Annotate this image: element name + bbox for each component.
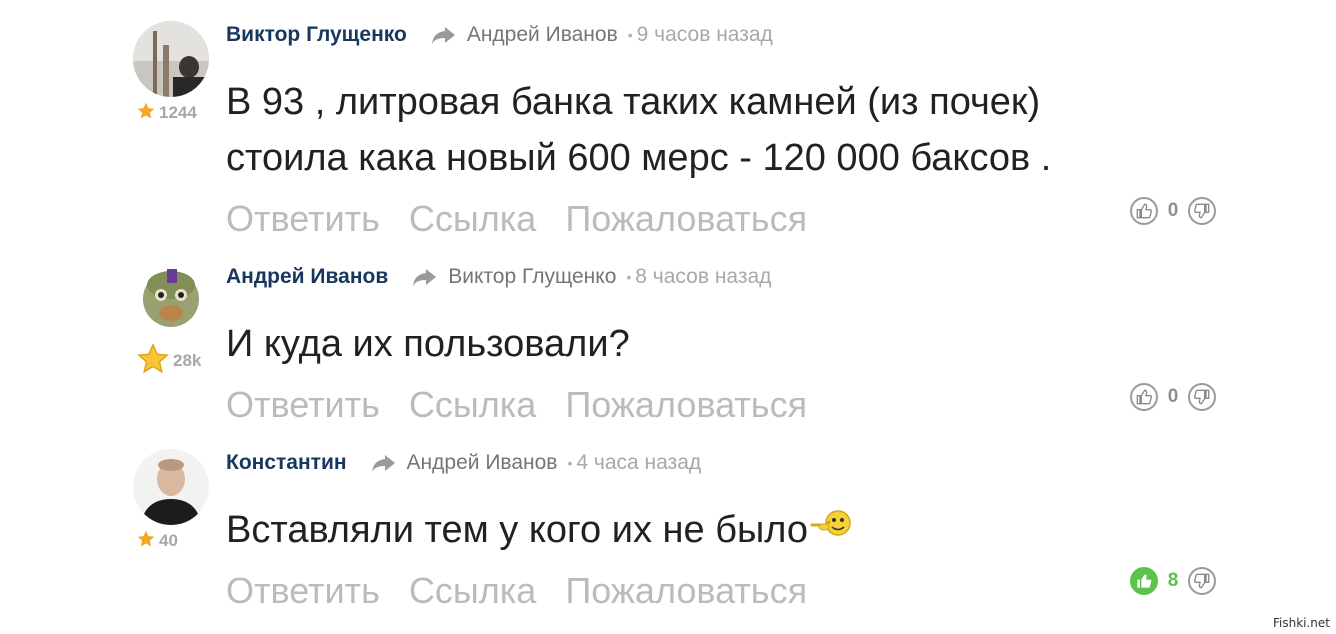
comment-meta: Андрей Иванов Виктор Глущенко • 8 часов … — [226, 262, 771, 292]
reply-to-name[interactable]: Андрей Иванов — [407, 451, 558, 475]
link-button[interactable]: Ссылка — [409, 384, 536, 426]
thumbs-down-icon[interactable] — [1188, 383, 1216, 411]
thumbs-up-icon[interactable] — [1130, 197, 1158, 225]
user-rating: 1244 — [136, 102, 197, 124]
user-rating: 28k — [136, 342, 202, 373]
vote-controls: 0 — [1130, 383, 1216, 411]
reply-button[interactable]: Ответить — [226, 384, 380, 426]
vote-score: 0 — [1167, 386, 1179, 407]
thumbs-down-icon[interactable] — [1188, 197, 1216, 225]
link-button[interactable]: Ссылка — [409, 198, 536, 240]
comment: 1244 Виктор Глущенко Андрей Иванов • 9 ч… — [0, 16, 1336, 246]
comment-text-line: стоила кака новый 600 мерс - 120 000 бак… — [226, 137, 1052, 179]
comment-text: В 93 , литровая банка таких камней (из п… — [226, 74, 1051, 186]
comment-meta: Виктор Глущенко Андрей Иванов • 9 часов … — [226, 20, 773, 50]
rating-value: 28k — [173, 351, 202, 370]
star-icon — [136, 342, 170, 381]
smiley-emoticon-icon — [810, 509, 852, 539]
comment: 40 Константин Андрей Иванов • 4 часа наз… — [0, 444, 1336, 624]
user-rating: 40 — [136, 530, 178, 552]
reply-arrow-icon — [412, 267, 438, 287]
comment-text-line: В 93 , литровая банка таких камней (из п… — [226, 81, 1041, 123]
avatar[interactable] — [133, 261, 209, 337]
site-watermark: Fishki.net — [1272, 616, 1330, 630]
reply-to-name[interactable]: Андрей Иванов — [467, 23, 618, 47]
comment-actions: Ответить Ссылка Пожаловаться — [226, 198, 836, 240]
vote-score: 8 — [1167, 570, 1179, 591]
reply-arrow-icon — [371, 453, 397, 473]
author-name[interactable]: Константин — [226, 451, 347, 475]
comment-actions: Ответить Ссылка Пожаловаться — [226, 384, 836, 426]
vote-score: 0 — [1167, 200, 1179, 221]
separator-dot: • — [627, 27, 633, 43]
vote-controls: 8 — [1130, 567, 1216, 595]
reply-to-name[interactable]: Виктор Глущенко — [448, 265, 616, 289]
comment-text-line: Вставляли тем у кого их не было — [226, 509, 809, 551]
reply-button[interactable]: Ответить — [226, 570, 380, 612]
rating-value: 1244 — [159, 103, 197, 122]
star-icon — [136, 101, 156, 126]
report-button[interactable]: Пожаловаться — [565, 384, 807, 426]
rating-value: 40 — [159, 531, 178, 550]
avatar[interactable] — [133, 21, 209, 97]
comment-time[interactable]: 8 часов назад — [635, 265, 771, 289]
comment-text: Вставляли тем у кого их не было — [226, 502, 852, 558]
comment-text: И куда их пользовали? — [226, 316, 630, 372]
separator-dot: • — [626, 269, 632, 285]
separator-dot: • — [567, 455, 573, 471]
thumbs-up-icon[interactable] — [1130, 567, 1158, 595]
comment-actions: Ответить Ссылка Пожаловаться — [226, 570, 836, 612]
comment-text-line: И куда их пользовали? — [226, 323, 630, 365]
avatar[interactable] — [133, 449, 209, 525]
report-button[interactable]: Пожаловаться — [565, 198, 807, 240]
link-button[interactable]: Ссылка — [409, 570, 536, 612]
thumbs-down-icon[interactable] — [1188, 567, 1216, 595]
comment-meta: Константин Андрей Иванов • 4 часа назад — [226, 448, 701, 478]
vote-controls: 0 — [1130, 197, 1216, 225]
report-button[interactable]: Пожаловаться — [565, 570, 807, 612]
star-icon — [136, 529, 156, 554]
reply-arrow-icon — [431, 25, 457, 45]
author-name[interactable]: Андрей Иванов — [226, 265, 388, 289]
author-name[interactable]: Виктор Глущенко — [226, 23, 407, 47]
comment-time[interactable]: 9 часов назад — [637, 23, 773, 47]
comment-time[interactable]: 4 часа назад — [576, 451, 701, 475]
comment: 28k Андрей Иванов Виктор Глущенко • 8 ча… — [0, 258, 1336, 438]
thumbs-up-icon[interactable] — [1130, 383, 1158, 411]
reply-button[interactable]: Ответить — [226, 198, 380, 240]
